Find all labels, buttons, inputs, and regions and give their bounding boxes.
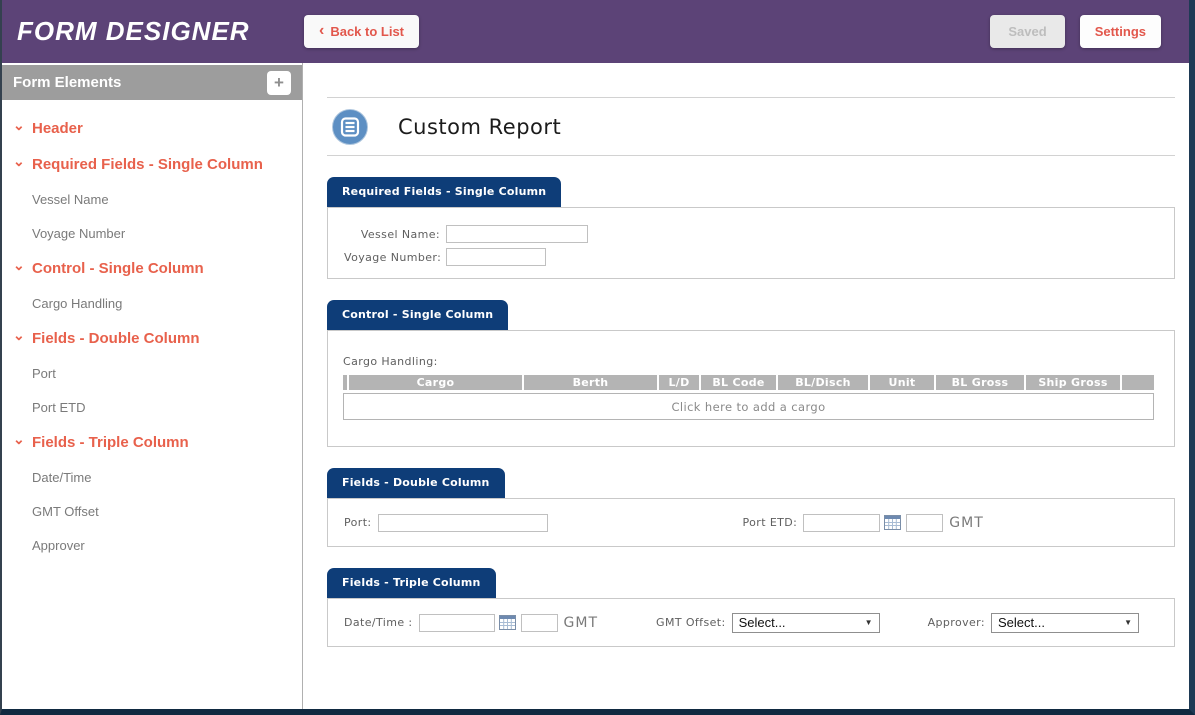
voyage-number-input[interactable] [446,248,546,266]
section-panel: Date/Time : GMT GMT Offset: Select... [327,598,1175,647]
section-tab: Control - Single Column [327,300,508,330]
chevron-down-icon: ⌄ [13,258,32,272]
element-tree: ⌄ Header ⌄ Required Fields - Single Colu… [2,100,302,562]
sidebar-item-port-etd[interactable]: Port ETD [2,390,302,424]
approver-label: Approver: [928,616,985,629]
dropdown-arrow-icon: ▼ [1124,618,1132,627]
cargo-handling-label: Cargo Handling: [343,355,1159,368]
voyage-number-label: Voyage Number: [344,251,440,264]
section-tab: Fields - Triple Column [327,568,496,598]
back-to-list-button[interactable]: ‹ Back to List [304,15,419,48]
column-header-bl-code: BL Code [701,375,776,390]
datetime-date-input[interactable] [419,614,495,632]
section-panel: Cargo Handling: Cargo Berth L/D BL Code … [327,330,1175,447]
datetime-calendar-icon[interactable] [499,615,516,630]
column-header-berth: Berth [524,375,657,390]
column-header-unit: Unit [870,375,934,390]
column-header-ld: L/D [659,375,699,390]
sidebar-group-required-fields[interactable]: ⌄ Required Fields - Single Column [2,146,302,182]
approver-select[interactable]: Select... ▼ [991,613,1139,633]
chevron-down-icon: ⌄ [13,118,32,132]
port-etd-calendar-icon[interactable] [884,515,901,530]
sidebar-group-triple-column[interactable]: ⌄ Fields - Triple Column [2,424,302,460]
report-icon [331,108,369,146]
cargo-table: Cargo Berth L/D BL Code BL/Disch Date Un… [343,375,1154,420]
sidebar-header: Form Elements + [2,65,302,100]
form-elements-sidebar: Form Elements + ⌄ Header ⌄ Required Fiel… [2,63,303,709]
add-cargo-row[interactable]: Click here to add a cargo [343,393,1154,420]
sidebar-group-header[interactable]: ⌄ Header [2,110,302,146]
sidebar-item-vessel-name[interactable]: Vessel Name [2,182,302,216]
header-actions: Saved Settings [990,15,1161,48]
sidebar-item-gmt-offset[interactable]: GMT Offset [2,494,302,528]
gmt-offset-label: GMT Offset: [656,616,726,629]
page-title: Custom Report [398,115,561,139]
chevron-left-icon: ‹ [319,23,324,39]
sidebar-item-datetime[interactable]: Date/Time [2,460,302,494]
app-title: FORM DESIGNER [17,16,250,47]
column-header-cargo: Cargo [349,375,522,390]
section-tab: Fields - Double Column [327,468,505,498]
sidebar-group-double-column[interactable]: ⌄ Fields - Double Column [2,320,302,356]
port-etd-label: Port ETD: [743,516,798,529]
datetime-label: Date/Time : [344,616,413,629]
sidebar-item-port[interactable]: Port [2,356,302,390]
sidebar-title: Form Elements [13,74,267,91]
divider [327,155,1175,156]
column-header-bl-disch-date: BL/Disch Date [778,375,868,390]
settings-button[interactable]: Settings [1080,15,1161,48]
chevron-down-icon: ⌄ [13,154,32,168]
table-header-spacer [1122,375,1154,390]
sidebar-group-control[interactable]: ⌄ Control - Single Column [2,250,302,286]
gmt-suffix-label: GMT [949,515,983,531]
report-header: Custom Report [327,98,1175,155]
sidebar-item-cargo-handling[interactable]: Cargo Handling [2,286,302,320]
section-panel: Port: Port ETD: GMT [327,498,1175,547]
column-header-ship-gross: Ship Gross [1026,375,1120,390]
table-header-spacer [343,375,347,390]
back-to-list-label: Back to List [330,24,404,39]
gmt-suffix-label: GMT [564,615,598,631]
port-etd-gmt-input[interactable] [906,514,943,532]
app-window: FORM DESIGNER ‹ Back to List Saved Setti… [0,0,1195,715]
gmt-offset-select[interactable]: Select... ▼ [732,613,880,633]
chevron-down-icon: ⌄ [13,432,32,446]
form-canvas: Custom Report Required Fields - Single C… [303,63,1189,709]
chevron-down-icon: ⌄ [13,328,32,342]
column-header-bl-gross: BL Gross [936,375,1024,390]
port-label: Port: [344,516,372,529]
saved-button[interactable]: Saved [990,15,1064,48]
vessel-name-input[interactable] [446,225,588,243]
port-etd-date-input[interactable] [803,514,880,532]
port-input[interactable] [378,514,548,532]
section-triple-column: Fields - Triple Column Date/Time : GMT G… [327,568,1175,647]
section-tab: Required Fields - Single Column [327,177,561,207]
dropdown-arrow-icon: ▼ [865,618,873,627]
sidebar-item-approver[interactable]: Approver [2,528,302,562]
vessel-name-label: Vessel Name: [344,228,440,241]
sidebar-item-voyage-number[interactable]: Voyage Number [2,216,302,250]
section-control: Control - Single Column Cargo Handling: … [327,300,1175,447]
section-required-fields: Required Fields - Single Column Vessel N… [327,177,1175,279]
section-double-column: Fields - Double Column Port: Port ETD: [327,468,1175,547]
datetime-gmt-input[interactable] [521,614,558,632]
section-panel: Vessel Name: Voyage Number: [327,207,1175,279]
body: Form Elements + ⌄ Header ⌄ Required Fiel… [2,63,1189,709]
add-element-button[interactable]: + [267,71,291,95]
top-bar: FORM DESIGNER ‹ Back to List Saved Setti… [2,0,1189,63]
cargo-table-header: Cargo Berth L/D BL Code BL/Disch Date Un… [343,375,1154,390]
